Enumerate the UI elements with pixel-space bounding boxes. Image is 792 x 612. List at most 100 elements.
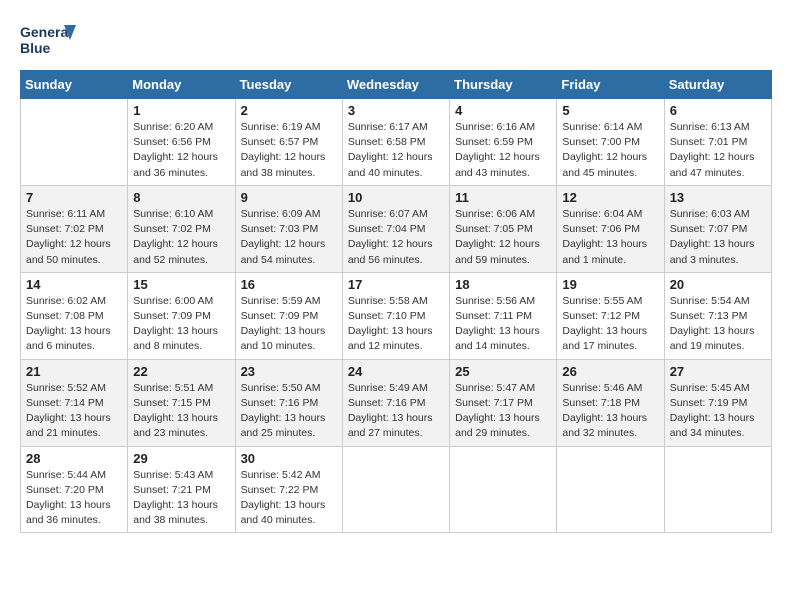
calendar-cell: 27 Sunrise: 5:45 AMSunset: 7:19 PMDayligh… [664, 359, 771, 446]
calendar-cell: 15 Sunrise: 6:00 AMSunset: 7:09 PMDayligh… [128, 272, 235, 359]
day-info: Sunrise: 5:51 AMSunset: 7:15 PMDaylight:… [133, 381, 229, 442]
day-number: 4 [455, 103, 551, 118]
logo: GeneralBlue [20, 20, 80, 60]
day-info: Sunrise: 6:04 AMSunset: 7:06 PMDaylight:… [562, 207, 658, 268]
calendar-cell: 23Sunrise: 5:50 AMSunset: 7:16 PMDayligh… [235, 359, 342, 446]
day-number: 29 [133, 451, 229, 466]
day-number: 2 [241, 103, 337, 118]
day-number: 10 [348, 190, 444, 205]
day-info: Sunrise: 6:11 AMSunset: 7:02 PMDaylight:… [26, 207, 122, 268]
calendar-cell: 18 Sunrise: 5:56 AMSunset: 7:11 PMDayligh… [450, 272, 557, 359]
calendar-cell: 5 Sunrise: 6:14 AMSunset: 7:00 PMDaylight… [557, 99, 664, 186]
day-info: Sunrise: 6:14 AMSunset: 7:00 PMDaylight:… [562, 120, 658, 181]
day-header-friday: Friday [557, 71, 664, 99]
day-header-wednesday: Wednesday [342, 71, 449, 99]
day-number: 11 [455, 190, 551, 205]
calendar-cell: 24 Sunrise: 5:49 AMSunset: 7:16 PMDayligh… [342, 359, 449, 446]
logo-svg: GeneralBlue [20, 20, 80, 60]
calendar-cell: 1 Sunrise: 6:20 AMSunset: 6:56 PMDaylight… [128, 99, 235, 186]
day-info: Sunrise: 6:00 AMSunset: 7:09 PMDaylight:… [133, 294, 229, 355]
day-info: Sunrise: 6:20 AMSunset: 6:56 PMDaylight:… [133, 120, 229, 181]
day-info: Sunrise: 6:13 AMSunset: 7:01 PMDaylight:… [670, 120, 766, 181]
day-info: Sunrise: 6:02 AMSunset: 7:08 PMDaylight:… [26, 294, 122, 355]
day-number: 30 [241, 451, 337, 466]
day-number: 25 [455, 364, 551, 379]
day-number: 14 [26, 277, 122, 292]
day-number: 5 [562, 103, 658, 118]
calendar-cell: 17 Sunrise: 5:58 AMSunset: 7:10 PMDayligh… [342, 272, 449, 359]
day-number: 8 [133, 190, 229, 205]
day-info: Sunrise: 5:56 AMSunset: 7:11 PMDaylight:… [455, 294, 551, 355]
day-number: 23 [241, 364, 337, 379]
calendar-cell: 2 Sunrise: 6:19 AMSunset: 6:57 PMDaylight… [235, 99, 342, 186]
day-header-thursday: Thursday [450, 71, 557, 99]
day-info: Sunrise: 5:58 AMSunset: 7:10 PMDaylight:… [348, 294, 444, 355]
calendar-cell: 9Sunrise: 6:09 AMSunset: 7:03 PMDaylight… [235, 185, 342, 272]
day-info: Sunrise: 6:17 AMSunset: 6:58 PMDaylight:… [348, 120, 444, 181]
calendar-cell: 30 Sunrise: 5:42 AMSunset: 7:22 PMDayligh… [235, 446, 342, 533]
day-info: Sunrise: 6:07 AMSunset: 7:04 PMDaylight:… [348, 207, 444, 268]
calendar-cell: 26 Sunrise: 5:46 AMSunset: 7:18 PMDayligh… [557, 359, 664, 446]
day-info: Sunrise: 6:16 AMSunset: 6:59 PMDaylight:… [455, 120, 551, 181]
calendar-cell [557, 446, 664, 533]
day-number: 7 [26, 190, 122, 205]
calendar-cell: 10 Sunrise: 6:07 AMSunset: 7:04 PMDayligh… [342, 185, 449, 272]
day-number: 13 [670, 190, 766, 205]
calendar-cell [450, 446, 557, 533]
day-number: 15 [133, 277, 229, 292]
calendar-cell: 29 Sunrise: 5:43 AMSunset: 7:21 PMDayligh… [128, 446, 235, 533]
day-info: Sunrise: 6:19 AMSunset: 6:57 PMDaylight:… [241, 120, 337, 181]
calendar-cell: 6Sunrise: 6:13 AMSunset: 7:01 PMDaylight… [664, 99, 771, 186]
day-info: Sunrise: 5:42 AMSunset: 7:22 PMDaylight:… [241, 468, 337, 529]
page-header: GeneralBlue [20, 20, 772, 60]
calendar-week-1: 1 Sunrise: 6:20 AMSunset: 6:56 PMDaylight… [21, 99, 772, 186]
day-number: 22 [133, 364, 229, 379]
day-number: 16 [241, 277, 337, 292]
day-number: 24 [348, 364, 444, 379]
day-info: Sunrise: 5:44 AMSunset: 7:20 PMDaylight:… [26, 468, 122, 529]
day-number: 26 [562, 364, 658, 379]
day-info: Sunrise: 5:59 AMSunset: 7:09 PMDaylight:… [241, 294, 337, 355]
day-number: 27 [670, 364, 766, 379]
calendar-cell: 8 Sunrise: 6:10 AMSunset: 7:02 PMDaylight… [128, 185, 235, 272]
calendar-cell: 13 Sunrise: 6:03 AMSunset: 7:07 PMDayligh… [664, 185, 771, 272]
calendar-cell: 4 Sunrise: 6:16 AMSunset: 6:59 PMDaylight… [450, 99, 557, 186]
calendar-cell: 14 Sunrise: 6:02 AMSunset: 7:08 PMDayligh… [21, 272, 128, 359]
day-number: 21 [26, 364, 122, 379]
day-info: Sunrise: 5:43 AMSunset: 7:21 PMDaylight:… [133, 468, 229, 529]
calendar-cell: 21Sunrise: 5:52 AMSunset: 7:14 PMDayligh… [21, 359, 128, 446]
day-header-monday: Monday [128, 71, 235, 99]
svg-text:Blue: Blue [20, 40, 51, 56]
calendar-week-3: 14 Sunrise: 6:02 AMSunset: 7:08 PMDayligh… [21, 272, 772, 359]
svg-text:General: General [20, 24, 72, 40]
calendar-body: 1 Sunrise: 6:20 AMSunset: 6:56 PMDaylight… [21, 99, 772, 533]
calendar-cell: 7 Sunrise: 6:11 AMSunset: 7:02 PMDaylight… [21, 185, 128, 272]
calendar-week-2: 7 Sunrise: 6:11 AMSunset: 7:02 PMDaylight… [21, 185, 772, 272]
calendar-cell [664, 446, 771, 533]
day-info: Sunrise: 5:47 AMSunset: 7:17 PMDaylight:… [455, 381, 551, 442]
calendar-cell: 16 Sunrise: 5:59 AMSunset: 7:09 PMDayligh… [235, 272, 342, 359]
day-info: Sunrise: 5:46 AMSunset: 7:18 PMDaylight:… [562, 381, 658, 442]
day-info: Sunrise: 6:03 AMSunset: 7:07 PMDaylight:… [670, 207, 766, 268]
calendar-cell [21, 99, 128, 186]
day-number: 18 [455, 277, 551, 292]
calendar-cell: 25 Sunrise: 5:47 AMSunset: 7:17 PMDayligh… [450, 359, 557, 446]
day-number: 1 [133, 103, 229, 118]
day-header-saturday: Saturday [664, 71, 771, 99]
calendar-cell: 12Sunrise: 6:04 AMSunset: 7:06 PMDayligh… [557, 185, 664, 272]
day-info: Sunrise: 6:10 AMSunset: 7:02 PMDaylight:… [133, 207, 229, 268]
calendar-cell: 20 Sunrise: 5:54 AMSunset: 7:13 PMDayligh… [664, 272, 771, 359]
day-header-sunday: Sunday [21, 71, 128, 99]
day-info: Sunrise: 5:54 AMSunset: 7:13 PMDaylight:… [670, 294, 766, 355]
day-number: 20 [670, 277, 766, 292]
day-number: 17 [348, 277, 444, 292]
day-info: Sunrise: 5:45 AMSunset: 7:19 PMDaylight:… [670, 381, 766, 442]
day-info: Sunrise: 5:55 AMSunset: 7:12 PMDaylight:… [562, 294, 658, 355]
calendar-cell: 28 Sunrise: 5:44 AMSunset: 7:20 PMDayligh… [21, 446, 128, 533]
day-number: 3 [348, 103, 444, 118]
day-info: Sunrise: 5:49 AMSunset: 7:16 PMDaylight:… [348, 381, 444, 442]
header-row: SundayMondayTuesdayWednesdayThursdayFrid… [21, 71, 772, 99]
calendar-table: SundayMondayTuesdayWednesdayThursdayFrid… [20, 70, 772, 533]
day-number: 9 [241, 190, 337, 205]
day-number: 28 [26, 451, 122, 466]
